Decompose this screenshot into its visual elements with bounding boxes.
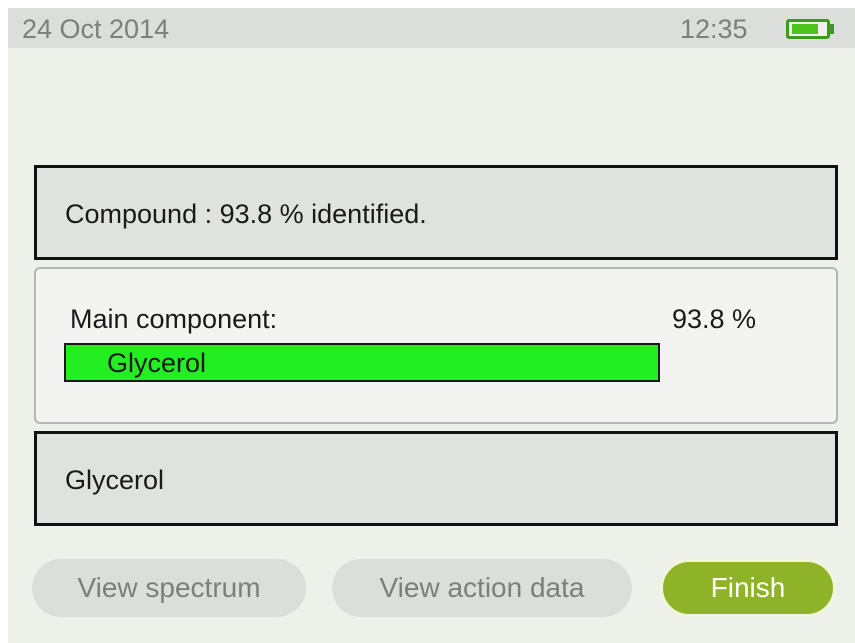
view-action-data-button[interactable]: View action data	[332, 559, 632, 617]
main-component-percent: 93.8 %	[672, 304, 757, 334]
identified-compound-name: Glycerol	[65, 465, 165, 495]
main-component-panel: Main component: 93.8 % Glycerol	[34, 267, 838, 424]
main-component-name: Glycerol	[107, 348, 207, 378]
view-spectrum-button[interactable]: View spectrum	[32, 559, 306, 617]
battery-icon	[786, 19, 830, 39]
device-screen: 24 Oct 2014 12:35 Compound : 93.8 % iden…	[8, 8, 855, 643]
battery-level-fill	[792, 24, 819, 34]
battery-tip	[830, 24, 834, 34]
main-component-label: Main component:	[70, 304, 278, 334]
finish-button[interactable]: Finish	[660, 559, 836, 617]
status-time: 12:35	[680, 14, 748, 44]
status-date: 24 Oct 2014	[22, 14, 170, 44]
identification-result-text: Compound : 93.8 % identified.	[65, 199, 427, 229]
identification-result-box: Compound : 93.8 % identified.	[34, 165, 838, 260]
main-component-match-bar: Glycerol	[64, 343, 660, 382]
status-bar: 24 Oct 2014 12:35	[8, 8, 855, 48]
identified-compound-box: Glycerol	[34, 431, 838, 526]
